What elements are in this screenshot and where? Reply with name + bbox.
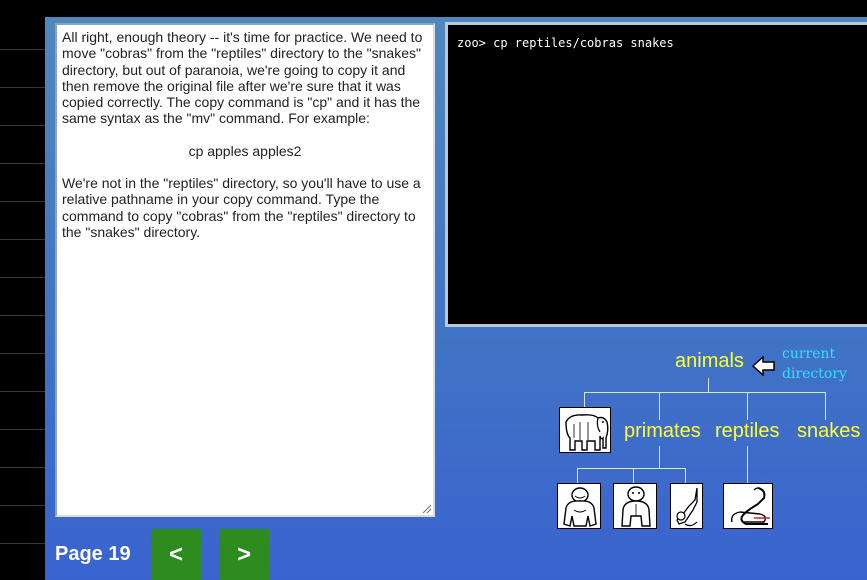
sidebar-divider — [0, 163, 45, 164]
sidebar-divider — [0, 467, 45, 468]
current-directory-hint: current directory — [782, 344, 847, 384]
next-page-button[interactable]: > — [219, 529, 269, 580]
tree-node-primates[interactable]: primates — [624, 420, 701, 443]
tree-connector — [584, 392, 585, 408]
tree-connector — [577, 468, 685, 469]
terminal-command: cp reptiles/cobras snakes — [485, 36, 674, 50]
sidebar-divider — [0, 49, 45, 50]
tree-node-animals[interactable]: animals — [675, 350, 744, 373]
cobra-icon[interactable] — [723, 483, 773, 529]
ape-icon[interactable] — [613, 483, 657, 529]
sidebar-divider — [0, 353, 45, 354]
tree-node-reptiles[interactable]: reptiles — [715, 420, 779, 443]
tutorial-panel: All right, enough theory -- it's time fo… — [45, 17, 867, 580]
terminal-prompt: zoo> — [457, 36, 486, 50]
tree-connector — [584, 392, 825, 393]
tree-connector — [685, 468, 686, 484]
gorilla-icon[interactable] — [557, 483, 601, 529]
tree-connector — [747, 392, 748, 420]
previous-page-button[interactable]: < — [151, 529, 201, 580]
sidebar-divider — [0, 277, 45, 278]
left-sidebar-strip — [0, 0, 45, 580]
lesson-text: All right, enough theory -- it's time fo… — [62, 29, 428, 240]
sidebar-divider — [0, 87, 45, 88]
terminal-window[interactable]: zoo> cp reptiles/cobras snakes — [445, 22, 867, 327]
tree-connector — [659, 392, 660, 420]
sidebar-divider — [0, 315, 45, 316]
tree-connector — [708, 378, 709, 392]
monkey-icon[interactable] — [670, 483, 703, 529]
tree-connector — [659, 446, 660, 468]
resize-grip-icon[interactable] — [421, 503, 431, 513]
tree-connector — [825, 392, 826, 420]
lesson-textarea[interactable]: All right, enough theory -- it's time fo… — [55, 23, 435, 517]
lesson-paragraph: All right, enough theory -- it's time fo… — [62, 29, 423, 127]
sidebar-divider — [0, 429, 45, 430]
sidebar-divider — [0, 201, 45, 202]
lesson-example: cp apples apples2 — [188, 142, 302, 159]
terminal-line: zoo> cp reptiles/cobras snakes — [457, 36, 867, 50]
sidebar-divider — [0, 125, 45, 126]
lesson-paragraph: We're not in the "reptiles" directory, s… — [62, 175, 421, 240]
tree-connector — [577, 468, 578, 484]
sidebar-divider — [0, 505, 45, 506]
sidebar-divider — [0, 543, 45, 544]
tree-connector — [747, 446, 748, 484]
hint-line-2: directory — [782, 366, 847, 382]
page-number-label: Page 19 — [55, 543, 131, 565]
top-bar — [45, 0, 867, 17]
hint-line-1: current — [782, 346, 836, 362]
sidebar-divider — [0, 239, 45, 240]
tree-node-snakes[interactable]: snakes — [797, 420, 860, 443]
sidebar-divider — [0, 391, 45, 392]
tree-connector — [633, 468, 634, 484]
elephant-icon[interactable] — [559, 407, 611, 453]
left-arrow-icon — [751, 355, 776, 381]
